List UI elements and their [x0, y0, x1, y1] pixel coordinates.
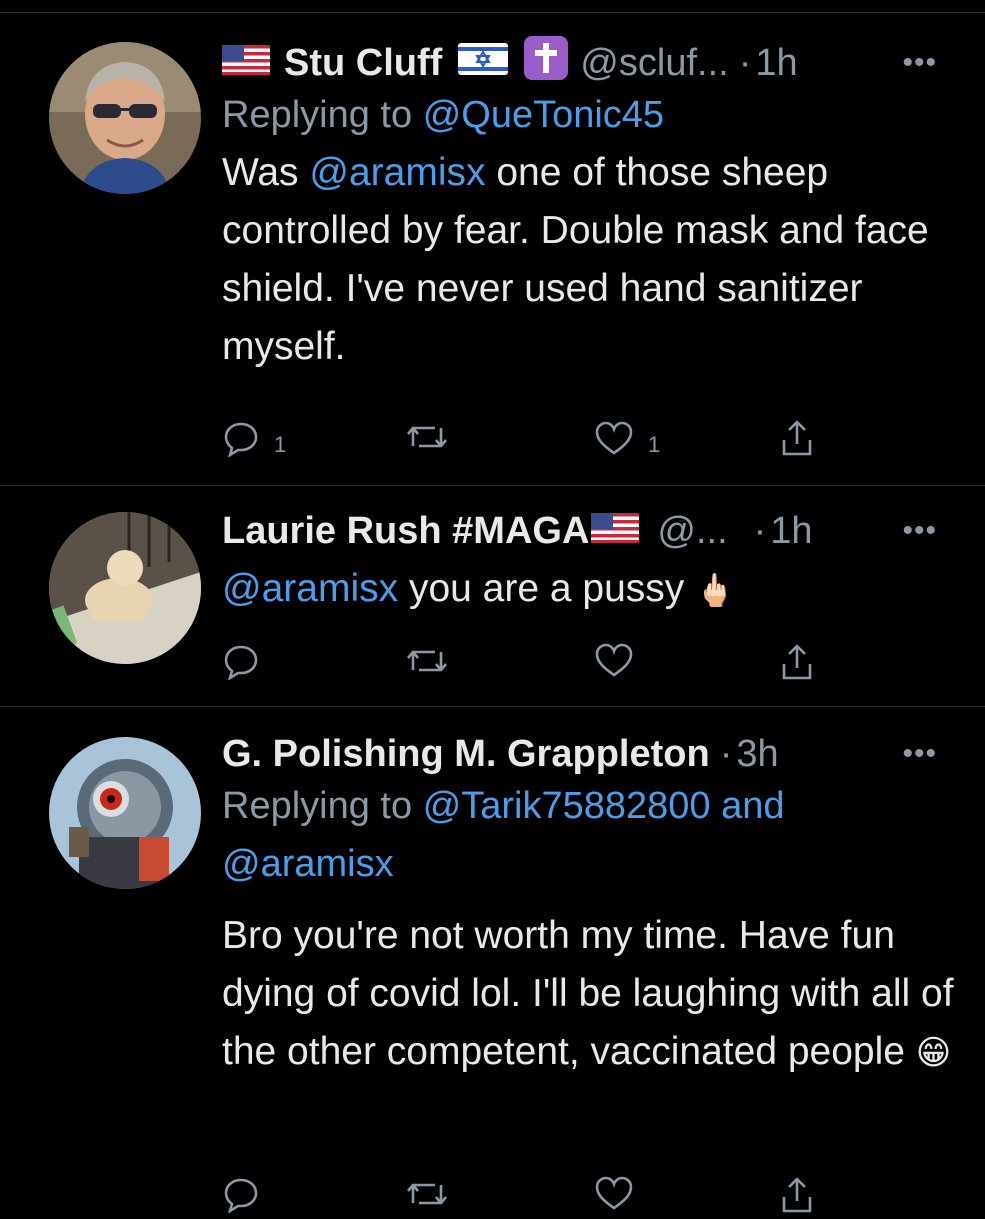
- tweet-text: Was @aramisx one of those sheep controll…: [222, 144, 965, 376]
- retweet-icon: [405, 418, 449, 456]
- like-button[interactable]: [594, 1175, 634, 1211]
- like-button[interactable]: [594, 642, 634, 678]
- separator-dot: ·: [738, 41, 752, 84]
- us-flag-icon: [591, 510, 640, 553]
- tweet-actions: 1 1: [222, 418, 832, 462]
- timestamp[interactable]: 1h: [755, 42, 797, 85]
- share-button[interactable]: [777, 418, 817, 458]
- like-count: 1: [648, 432, 661, 457]
- retweet-icon: [405, 642, 449, 680]
- replying-to: Replying to @QueTonic45: [222, 86, 965, 144]
- display-name[interactable]: Stu Cluff: [284, 42, 442, 85]
- retweet-button[interactable]: [405, 642, 449, 680]
- display-name[interactable]: Laurie Rush #MAGA: [222, 510, 589, 553]
- tweet-header: Stu Cluff @scluf... · 1h: [222, 36, 965, 86]
- tweet-header: Laurie Rush #MAGA @... · 1h: [222, 508, 965, 554]
- timestamp[interactable]: 1h: [770, 510, 812, 553]
- text-prefix: Was: [222, 151, 310, 194]
- tweet-actions: [222, 1175, 832, 1219]
- tweet-1[interactable]: Stu Cluff @scluf... · 1h ••• Replying to…: [0, 0, 985, 485]
- tweet-3[interactable]: G. Polishing M. Grappleton · 3h ••• Repl…: [0, 707, 985, 1213]
- retweet-button[interactable]: [405, 1175, 449, 1213]
- heart-icon: [594, 642, 634, 678]
- mention-link[interactable]: @aramisx: [309, 151, 485, 194]
- tweet-header: G. Polishing M. Grappleton · 3h: [222, 731, 965, 777]
- display-name[interactable]: G. Polishing M. Grappleton: [222, 733, 710, 776]
- like-button[interactable]: 1: [594, 418, 660, 458]
- reply-icon: [222, 1175, 260, 1213]
- share-button[interactable]: [777, 1175, 817, 1215]
- reply-button[interactable]: 1: [222, 418, 286, 458]
- replying-prefix: Replying to: [222, 785, 413, 827]
- replying-prefix: Replying to: [222, 94, 413, 136]
- avatar-stu-cluff[interactable]: [49, 42, 201, 194]
- avatar-grappleton[interactable]: [49, 737, 201, 889]
- replying-to: Replying to @Tarik75882800 and @aramisx: [222, 777, 965, 893]
- heart-icon: [594, 420, 634, 456]
- cross-icon: [524, 36, 569, 90]
- reply-count: 1: [274, 432, 287, 457]
- text-body: you are a pussy: [398, 567, 696, 610]
- avatar-laurie-rush[interactable]: [49, 512, 201, 664]
- replying-to-mention[interactable]: @QueTonic45: [423, 94, 664, 136]
- tweet-text: Bro you're not worth my time. Have fun d…: [222, 907, 965, 1082]
- more-options-icon[interactable]: •••: [902, 508, 937, 554]
- share-button[interactable]: [777, 642, 817, 682]
- reply-button[interactable]: [222, 642, 260, 680]
- replying-to-mention-2[interactable]: @aramisx: [222, 843, 394, 885]
- israel-flag-icon: [458, 42, 509, 85]
- share-icon: [777, 418, 817, 458]
- tweet-text: @aramisx you are a pussy 🖕🏻: [222, 560, 965, 619]
- separator-dot: ·: [719, 732, 733, 775]
- more-options-icon[interactable]: •••: [902, 40, 937, 86]
- reply-icon: [222, 419, 260, 457]
- share-icon: [777, 642, 817, 682]
- tweet-actions: [222, 642, 832, 686]
- retweet-icon: [405, 1175, 449, 1213]
- more-options-icon[interactable]: •••: [902, 731, 937, 777]
- handle[interactable]: @scluf...: [580, 42, 728, 85]
- grinning-emoji: 😁: [915, 1034, 952, 1072]
- replying-to-mention[interactable]: @Tarik75882800 and: [423, 785, 785, 827]
- middle-finger-emoji: 🖕🏻: [695, 572, 735, 608]
- share-icon: [777, 1175, 817, 1215]
- retweet-button[interactable]: [405, 418, 449, 456]
- timestamp[interactable]: 3h: [736, 733, 778, 776]
- heart-icon: [594, 1175, 634, 1211]
- reply-icon: [222, 642, 260, 680]
- handle[interactable]: @...: [657, 510, 727, 553]
- text-body: Bro you're not worth my time. Have fun d…: [222, 914, 954, 1073]
- separator-dot: ·: [753, 509, 767, 552]
- us-flag-icon: [222, 42, 270, 85]
- tweet-2[interactable]: Laurie Rush #MAGA @... · 1h ••• @aramisx…: [0, 486, 985, 706]
- mention-link[interactable]: @aramisx: [222, 567, 398, 610]
- reply-button[interactable]: [222, 1175, 260, 1213]
